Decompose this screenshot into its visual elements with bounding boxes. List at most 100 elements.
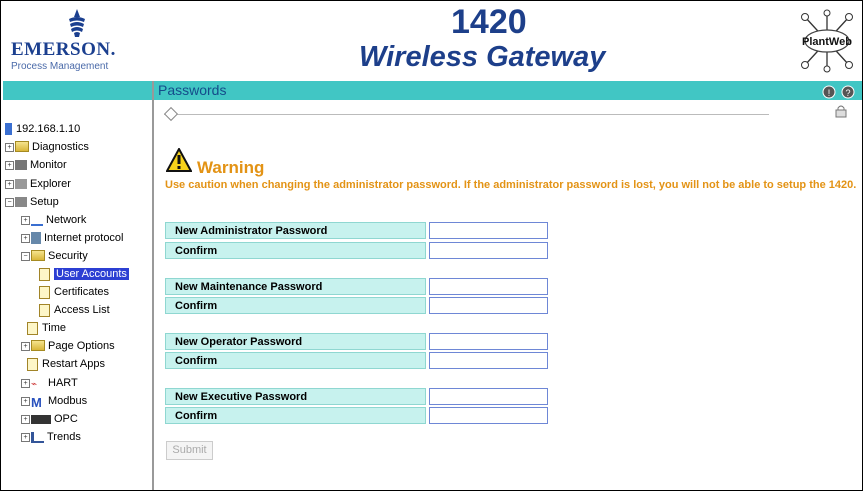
tree-item-trends[interactable]: + Trends: [21, 429, 81, 445]
tree-item-time[interactable]: Time: [27, 320, 66, 336]
maint-password-row: New Maintenance Password: [165, 278, 549, 295]
oper-password-label: New Operator Password: [165, 333, 426, 350]
plantweb-logo-text: PlantWeb: [802, 36, 852, 48]
tree-item-certificates[interactable]: Certificates: [39, 284, 109, 300]
tree-item-label: User Accounts: [54, 268, 129, 280]
oper-confirm-label: Confirm: [165, 352, 426, 369]
page-icon: [39, 303, 50, 317]
tree-item-diagnostics[interactable]: + Diagnostics: [5, 139, 89, 155]
nav-header-bar: [3, 81, 152, 100]
expand-icon[interactable]: +: [5, 142, 14, 152]
product-title: Wireless Gateway: [359, 41, 606, 73]
hart-icon: ⌁: [31, 379, 38, 391]
admin-password-input[interactable]: [429, 222, 548, 239]
expand-icon[interactable]: +: [21, 341, 30, 351]
submit-button[interactable]: Submit: [166, 441, 213, 460]
admin-confirm-input[interactable]: [429, 242, 548, 259]
tree-root-label: 192.168.1.10: [16, 123, 81, 135]
breadcrumb-line: [164, 114, 769, 115]
admin-confirm-row: Confirm: [165, 242, 549, 259]
svg-text:!: !: [828, 88, 831, 98]
diagnostics-icon: [15, 140, 29, 152]
page-icon: [39, 267, 50, 281]
emerson-logo-name: EMERSON.: [11, 39, 116, 60]
content-header-bar: Passwords ! ? admin: [154, 81, 862, 118]
expand-icon[interactable]: +: [21, 233, 30, 243]
exec-password-row: New Executive Password: [165, 388, 549, 405]
tree-item-hart[interactable]: + ⌁ HART: [21, 375, 78, 391]
tree-item-user-accounts[interactable]: User Accounts: [39, 266, 129, 282]
tree-item-monitor[interactable]: + Monitor: [5, 157, 67, 173]
tree-item-label: Certificates: [54, 286, 110, 298]
folder-icon: [31, 249, 45, 261]
breadcrumb-diamond-icon[interactable]: [163, 106, 179, 122]
tree-item-label: Setup: [30, 196, 59, 208]
expand-icon[interactable]: +: [5, 179, 14, 189]
svg-text:?: ?: [846, 88, 851, 98]
tree-item-label: Access List: [54, 304, 110, 316]
page-icon: [39, 285, 50, 299]
expand-icon[interactable]: +: [21, 215, 30, 225]
tree-item-label: Internet protocol: [44, 232, 124, 244]
app-window: EMERSON. Process Management 1420 Wireles…: [0, 0, 863, 491]
maint-password-input[interactable]: [429, 278, 548, 295]
setup-icon: [15, 197, 27, 208]
tree-item-label: Restart Apps: [42, 358, 105, 370]
page-icon: [27, 357, 38, 371]
exec-password-input[interactable]: [429, 388, 548, 405]
expand-icon[interactable]: +: [5, 160, 14, 170]
expand-icon[interactable]: +: [21, 414, 30, 424]
maint-confirm-label: Confirm: [165, 297, 426, 314]
tree-item-label: Explorer: [30, 178, 71, 190]
exec-confirm-input[interactable]: [429, 407, 548, 424]
exec-confirm-row: Confirm: [165, 407, 549, 424]
tree-item-modbus[interactable]: + M Modbus: [21, 393, 87, 410]
emerson-logo: EMERSON. Process Management: [11, 9, 151, 73]
oper-confirm-input[interactable]: [429, 352, 548, 369]
maint-password-label: New Maintenance Password: [165, 278, 426, 295]
collapse-icon[interactable]: −: [21, 251, 30, 261]
tree-item-restart-apps[interactable]: Restart Apps: [27, 356, 105, 372]
product-number: 1420: [451, 3, 527, 41]
tree-item-security[interactable]: − Security: [21, 248, 88, 264]
exec-password-label: New Executive Password: [165, 388, 426, 405]
tree-item-label: Page Options: [48, 340, 115, 352]
trends-icon: [31, 431, 44, 443]
warning-message: Use caution when changing the administra…: [165, 179, 857, 191]
expand-icon[interactable]: +: [21, 432, 30, 442]
info-icon[interactable]: !: [822, 85, 836, 99]
internet-protocol-icon: [31, 232, 41, 245]
network-icon: [31, 214, 43, 227]
maint-confirm-input[interactable]: [429, 297, 548, 314]
expand-icon[interactable]: +: [21, 378, 30, 388]
warning-title: Warning: [197, 158, 265, 177]
tree-root[interactable]: 192.168.1.10: [5, 121, 80, 137]
gateway-icon: [5, 123, 12, 136]
lock-icon[interactable]: [834, 104, 848, 118]
tree-item-label: Trends: [47, 431, 81, 443]
tree-item-explorer[interactable]: + Explorer: [5, 176, 71, 192]
page-title: Passwords: [158, 82, 227, 98]
pane-divider: [152, 81, 154, 490]
header: EMERSON. Process Management 1420 Wireles…: [1, 1, 862, 79]
tree-item-access-list[interactable]: Access List: [39, 302, 110, 318]
folder-icon: [31, 339, 45, 351]
expand-icon[interactable]: +: [21, 396, 30, 406]
exec-confirm-label: Confirm: [165, 407, 426, 424]
oper-password-input[interactable]: [429, 333, 548, 350]
tree-item-internet-protocol[interactable]: + Internet protocol: [21, 230, 124, 246]
tree-item-label: HART: [48, 377, 78, 389]
tree-item-label: OPC: [54, 413, 78, 425]
tree-item-setup[interactable]: − Setup: [5, 194, 59, 210]
page-icon: [27, 321, 38, 335]
maint-confirm-row: Confirm: [165, 297, 549, 314]
tree-item-label: Network: [46, 214, 87, 226]
help-icon[interactable]: ?: [841, 85, 855, 99]
warning-icon: [166, 148, 192, 172]
tree-item-label: Monitor: [30, 159, 67, 171]
tree-item-opc[interactable]: + OPC: [21, 411, 78, 427]
tree-item-label: Security: [48, 250, 88, 262]
collapse-icon[interactable]: −: [5, 197, 14, 207]
tree-item-page-options[interactable]: + Page Options: [21, 338, 115, 354]
tree-item-network[interactable]: + Network: [21, 212, 86, 228]
